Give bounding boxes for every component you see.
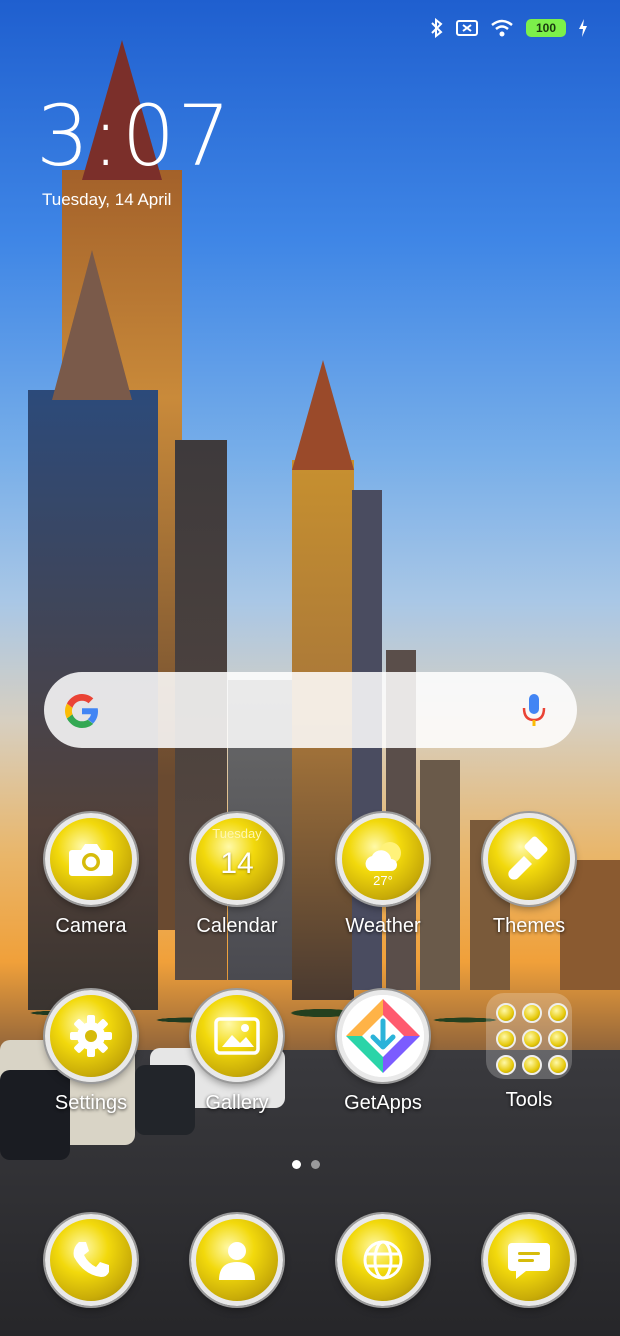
app-weather[interactable]: 27° Weather — [323, 813, 443, 938]
app-label: GetApps — [344, 1092, 422, 1114]
folder-app-icon — [548, 1029, 568, 1049]
page-dot[interactable] — [311, 1160, 320, 1169]
weather-icon: 27° — [337, 813, 429, 905]
app-label: Camera — [55, 915, 127, 937]
charging-icon — [579, 19, 587, 37]
app-label: Weather — [345, 915, 421, 937]
calendar-day-name: Tuesday — [212, 826, 262, 841]
app-label: Tools — [505, 1089, 553, 1111]
dock-messages[interactable] — [469, 1214, 589, 1306]
battery-level: 100 — [535, 21, 557, 35]
app-label: Gallery — [205, 1092, 269, 1114]
folder-app-icon — [496, 1029, 516, 1049]
folder-app-icon — [496, 1003, 516, 1023]
paintbrush-icon — [483, 813, 575, 905]
app-calendar[interactable]: Tuesday 14 Calendar — [177, 813, 297, 938]
mic-icon[interactable] — [521, 692, 547, 728]
app-camera[interactable]: Camera — [31, 813, 151, 938]
google-logo-icon — [65, 694, 98, 728]
folder-app-icon — [522, 1003, 542, 1023]
app-getapps[interactable]: GetApps — [323, 990, 443, 1115]
google-search-bar[interactable] — [44, 672, 577, 748]
folder-app-icon — [548, 1003, 568, 1023]
image-icon — [191, 990, 283, 1082]
dock-phone[interactable] — [31, 1214, 151, 1306]
folder-app-icon — [548, 1055, 568, 1075]
camera-icon — [45, 813, 137, 905]
app-themes[interactable]: Themes — [469, 813, 589, 938]
app-gallery[interactable]: Gallery — [177, 990, 297, 1115]
globe-icon — [337, 1214, 429, 1306]
page-indicator[interactable] — [292, 1160, 320, 1169]
folder-app-icon — [522, 1055, 542, 1075]
battery-icon: 100 — [526, 19, 566, 37]
getapps-icon — [337, 990, 429, 1082]
gear-icon — [45, 990, 137, 1082]
bluetooth-icon — [431, 18, 443, 38]
weather-temperature: 27° — [373, 873, 393, 888]
contacts-icon — [191, 1214, 283, 1306]
app-label: Themes — [492, 915, 566, 937]
phone-icon — [45, 1214, 137, 1306]
dock-browser[interactable] — [323, 1214, 443, 1306]
folder-icon — [486, 993, 572, 1079]
status-bar: 100 — [430, 16, 588, 40]
wallpaper-tower-spire — [52, 250, 132, 400]
folder-app-icon — [522, 1029, 542, 1049]
message-icon — [483, 1214, 575, 1306]
dock-contacts[interactable] — [177, 1214, 297, 1306]
wallpaper-tower-spire — [292, 360, 354, 470]
calendar-day-number: 14 — [220, 847, 254, 880]
clock-date[interactable]: Tuesday, 14 April — [42, 190, 171, 210]
app-label: Calendar — [196, 915, 278, 937]
wifi-icon — [491, 19, 513, 37]
app-settings[interactable]: Settings — [31, 990, 151, 1115]
app-label: Settings — [54, 1092, 128, 1114]
folder-app-icon — [496, 1055, 516, 1075]
calendar-icon: Tuesday 14 — [191, 813, 283, 905]
app-tools-folder[interactable]: Tools — [469, 990, 589, 1112]
no-sim-icon — [456, 20, 478, 36]
page-dot-active[interactable] — [292, 1160, 301, 1169]
clock-time[interactable]: 3:07 — [36, 88, 233, 184]
